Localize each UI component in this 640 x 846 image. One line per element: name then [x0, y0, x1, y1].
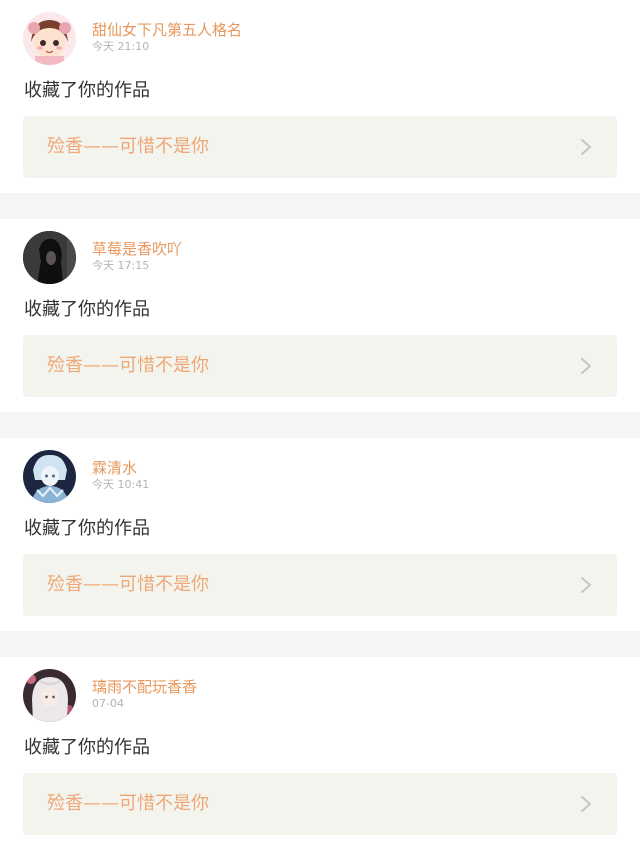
feed-divider [0, 631, 640, 657]
timestamp: 07-04 [92, 697, 124, 710]
username[interactable]: 璃雨不配玩香香 [92, 677, 197, 697]
username[interactable]: 霖清水 [92, 458, 137, 478]
user-avatar[interactable] [23, 669, 76, 722]
user-avatar[interactable] [23, 12, 76, 65]
action-text: 收藏了你的作品 [24, 80, 150, 101]
work-link-card[interactable]: 殓香——可惜不是你 [23, 554, 617, 616]
feed-divider [0, 412, 640, 438]
user-avatar[interactable] [23, 450, 76, 503]
chevron-right-icon [581, 577, 591, 593]
action-text: 收藏了你的作品 [24, 299, 150, 320]
notification-item: 甜仙女下凡第五人格名 今天 21:10 收藏了你的作品 殓香——可惜不是你 [0, 0, 640, 193]
work-link-card[interactable]: 殓香——可惜不是你 [23, 773, 617, 835]
action-text: 收藏了你的作品 [24, 518, 150, 539]
feed-divider [0, 193, 640, 219]
notification-item: 草莓是香吹吖 今天 17:15 收藏了你的作品 殓香——可惜不是你 [0, 219, 640, 412]
notification-item: 霖清水 今天 10:41 收藏了你的作品 殓香——可惜不是你 [0, 438, 640, 631]
work-title: 殓香——可惜不是你 [47, 355, 209, 376]
work-title: 殓香——可惜不是你 [47, 793, 209, 814]
work-title: 殓香——可惜不是你 [47, 136, 209, 157]
work-link-card[interactable]: 殓香——可惜不是你 [23, 116, 617, 178]
user-avatar[interactable] [23, 231, 76, 284]
chevron-right-icon [581, 358, 591, 374]
work-title: 殓香——可惜不是你 [47, 574, 209, 595]
chevron-right-icon [581, 796, 591, 812]
action-text: 收藏了你的作品 [24, 737, 150, 758]
cartoon-girl-avatar-icon [23, 12, 76, 65]
timestamp: 今天 17:15 [92, 259, 150, 272]
dark-figure-avatar-icon [23, 231, 76, 284]
username[interactable]: 草莓是香吹吖 [92, 239, 182, 259]
white-hair-character-avatar-icon [23, 669, 76, 722]
notification-item: 璃雨不配玩香香 07-04 收藏了你的作品 殓香——可惜不是你 [0, 657, 640, 846]
ice-character-avatar-icon [23, 450, 76, 503]
timestamp: 今天 10:41 [92, 478, 150, 491]
timestamp: 今天 21:10 [92, 40, 150, 53]
chevron-right-icon [581, 139, 591, 155]
username[interactable]: 甜仙女下凡第五人格名 [92, 20, 242, 40]
notification-feed: 甜仙女下凡第五人格名 今天 21:10 收藏了你的作品 殓香——可惜不是你 草莓… [0, 0, 640, 846]
work-link-card[interactable]: 殓香——可惜不是你 [23, 335, 617, 397]
